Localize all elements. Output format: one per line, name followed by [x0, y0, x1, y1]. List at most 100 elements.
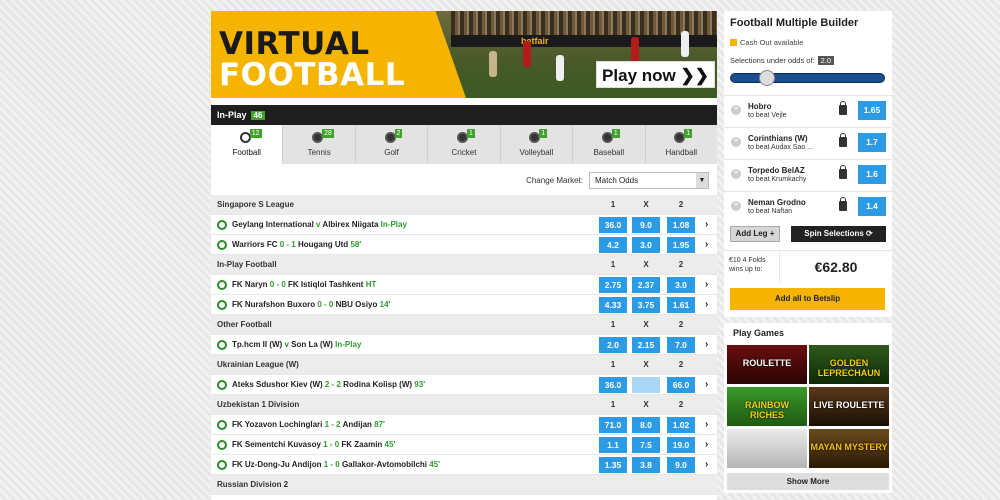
tab-golf[interactable]: 2 Golf [356, 125, 429, 164]
leg-odds-button[interactable]: 1.4 [858, 197, 886, 216]
leg-odds-button[interactable]: 1.65 [858, 101, 886, 120]
slider-handle[interactable] [759, 70, 775, 86]
event-name[interactable]: Warriors FC 0 - 1 Hougang Utd 58' [232, 235, 361, 255]
event-row[interactable]: FK Uz-Dong-Ju Andijon 1 - 0 Gallakor-Avt… [211, 455, 717, 475]
game-tile-slot[interactable] [727, 429, 807, 468]
game-tile-mayan-mystery[interactable]: MAYAN MYSTERY [809, 429, 889, 468]
game-tile-label: LIVE ROULETTE [813, 400, 885, 410]
chevron-right-icon[interactable]: › [705, 295, 708, 315]
spin-selections-button[interactable]: Spin Selections ⟳ [791, 226, 886, 242]
odds-away-button[interactable]: 1.08 [667, 217, 695, 233]
odds-draw-button[interactable] [632, 377, 660, 393]
odds-home-button[interactable]: 1.1 [599, 437, 627, 453]
event-row[interactable]: FK Sementchi Kuvasoy 1 - 0 FK Zaamin 45'… [211, 435, 717, 455]
remove-leg-icon[interactable]: ✕ [731, 105, 741, 115]
leg-odds-button[interactable]: 1.6 [858, 165, 886, 184]
odds-home-button[interactable]: 4.2 [599, 237, 627, 253]
event-name[interactable]: FK Naryn 0 - 0 FK Istiqlol Tashkent HT [232, 275, 376, 295]
event-name[interactable]: Geylang International v Albirex Niigata … [232, 215, 407, 235]
odds-home-button[interactable]: 2.0 [599, 337, 627, 353]
tab-cricket[interactable]: 1 Cricket [428, 125, 501, 164]
play-games-panel: Play Games ROULETTE GOLDEN LEPRECHAUN RA… [724, 323, 892, 493]
virtual-football-banner[interactable]: betfair VIRTUAL FOOTBALL Play now ❯❯ [211, 11, 717, 98]
event-name[interactable]: FK Uz-Dong-Ju Andijon 1 - 0 Gallakor-Avt… [232, 455, 440, 475]
game-tile-roulette[interactable]: ROULETTE [727, 345, 807, 384]
event-row[interactable]: Ateks Sdushor Kiev (W) 2 - 2 Rodina Koli… [211, 375, 717, 395]
odds-away-button[interactable]: 19.0 [667, 437, 695, 453]
odds-draw-button[interactable]: 9.0 [632, 217, 660, 233]
main-panel: betfair VIRTUAL FOOTBALL Play now ❯❯ In-… [211, 11, 717, 500]
odds-away-button[interactable]: 3.0 [667, 277, 695, 293]
show-more-button[interactable]: Show More [727, 473, 889, 490]
remove-leg-icon[interactable]: ✕ [731, 137, 741, 147]
event-name[interactable]: Ateks Sdushor Kiev (W) 2 - 2 Rodina Koli… [232, 375, 425, 395]
tab-label: Baseball [593, 148, 625, 157]
home-team: Ateks Sdushor Kiev (W) [232, 380, 323, 389]
player-figure [556, 55, 564, 81]
lock-icon[interactable] [839, 165, 847, 179]
event-row[interactable]: FK Naryn 0 - 0 FK Istiqlol Tashkent HT 2.… [211, 275, 717, 295]
odds-draw-button[interactable]: 8.0 [632, 417, 660, 433]
chevron-right-icon[interactable]: › [705, 375, 708, 395]
event-row[interactable]: Warriors FC 0 - 1 Hougang Utd 58' 4.2 3.0 1… [211, 235, 717, 255]
builder-leg: ✕ Torpedo BelAZ to beat Krumkachy 1.6 [724, 159, 892, 189]
event-name[interactable]: Tp.hcm II (W) v Son La (W) In-Play [232, 335, 361, 355]
lock-icon[interactable] [839, 133, 847, 147]
chevron-right-icon[interactable]: › [705, 335, 708, 355]
odds-home-button[interactable]: 36.0 [599, 377, 627, 393]
game-tile-golden-leprechaun[interactable]: GOLDEN LEPRECHAUN [809, 345, 889, 384]
event-name[interactable]: FK Yozavon Lochinglari 1 - 2 Andijan 87' [232, 415, 385, 435]
odds-away-button[interactable]: 1.95 [667, 237, 695, 253]
odds-away-button[interactable]: 7.0 [667, 337, 695, 353]
odds-away-button[interactable]: 1.61 [667, 297, 695, 313]
event-row[interactable]: FK Yozavon Lochinglari 1 - 2 Andijan 87'… [211, 415, 717, 435]
odds-draw-button[interactable]: 2.37 [632, 277, 660, 293]
chevron-right-icon[interactable]: › [705, 455, 708, 475]
chevron-right-icon[interactable]: › [705, 435, 708, 455]
add-leg-button[interactable]: Add Leg + [730, 226, 780, 242]
remove-leg-icon[interactable]: ✕ [731, 169, 741, 179]
home-team: FK Nurafshon Buxoro [232, 300, 316, 309]
odds-home-button[interactable]: 2.75 [599, 277, 627, 293]
tab-volleyball[interactable]: 1 Volleyball [501, 125, 574, 164]
remove-leg-icon[interactable]: ✕ [731, 201, 741, 211]
game-tile-live-roulette[interactable]: LIVE ROULETTE [809, 387, 889, 426]
chevron-right-icon[interactable]: › [705, 275, 708, 295]
odds-home-button[interactable]: 4.33 [599, 297, 627, 313]
add-all-to-betslip-button[interactable]: Add all to Betslip [730, 288, 885, 310]
event-row[interactable]: Geylang International v Albirex Niigata … [211, 215, 717, 235]
tab-baseball[interactable]: 1 Baseball [573, 125, 646, 164]
odds-slider[interactable] [730, 70, 885, 86]
odds-home-button[interactable]: 71.0 [599, 417, 627, 433]
odds-draw-button[interactable]: 7.5 [632, 437, 660, 453]
tab-football[interactable]: 12 Football [211, 125, 284, 164]
play-now-button[interactable]: Play now ❯❯ [596, 61, 715, 88]
odds-home-button[interactable]: 36.0 [599, 217, 627, 233]
banner-title-line1: VIRTUAL [219, 26, 370, 62]
event-row[interactable]: FK Nurafshon Buxoro 0 - 0 NBU Osiyo 14' 4… [211, 295, 717, 315]
odds-draw-button[interactable]: 3.0 [632, 237, 660, 253]
away-team: Rodina Kolisp (W) [343, 380, 413, 389]
chevron-right-icon[interactable]: › [705, 235, 708, 255]
tab-tennis[interactable]: 28 Tennis [283, 125, 356, 164]
lock-icon[interactable] [839, 197, 847, 211]
tab-handball[interactable]: 1 Handball [646, 125, 717, 164]
odds-away-button[interactable]: 1.02 [667, 417, 695, 433]
chevron-right-icon[interactable]: › [705, 415, 708, 435]
lock-icon[interactable] [839, 101, 847, 115]
leg-odds-button[interactable]: 1.7 [858, 133, 886, 152]
odds-home-button[interactable]: 1.35 [599, 457, 627, 473]
odds-draw-button[interactable]: 2.15 [632, 337, 660, 353]
event-name[interactable]: FK Nurafshon Buxoro 0 - 0 NBU Osiyo 14' [232, 295, 390, 315]
odds-away-button[interactable]: 9.0 [667, 457, 695, 473]
selections-odds-value[interactable]: 2.0 [817, 56, 835, 65]
league-name: Uzbekistan 1 Division [217, 400, 300, 409]
event-name[interactable]: FK Sementchi Kuvasoy 1 - 0 FK Zaamin 45' [232, 435, 395, 455]
odds-draw-button[interactable]: 3.75 [632, 297, 660, 313]
game-tile-rainbow-riches[interactable]: RAINBOW RICHES [727, 387, 807, 426]
odds-away-button[interactable]: 66.0 [667, 377, 695, 393]
odds-draw-button[interactable]: 3.8 [632, 457, 660, 473]
chevron-right-icon[interactable]: › [705, 215, 708, 235]
market-dropdown[interactable]: Match Odds ▼ [589, 172, 709, 189]
event-row[interactable]: Tp.hcm II (W) v Son La (W) In-Play 2.0 2.1… [211, 335, 717, 355]
